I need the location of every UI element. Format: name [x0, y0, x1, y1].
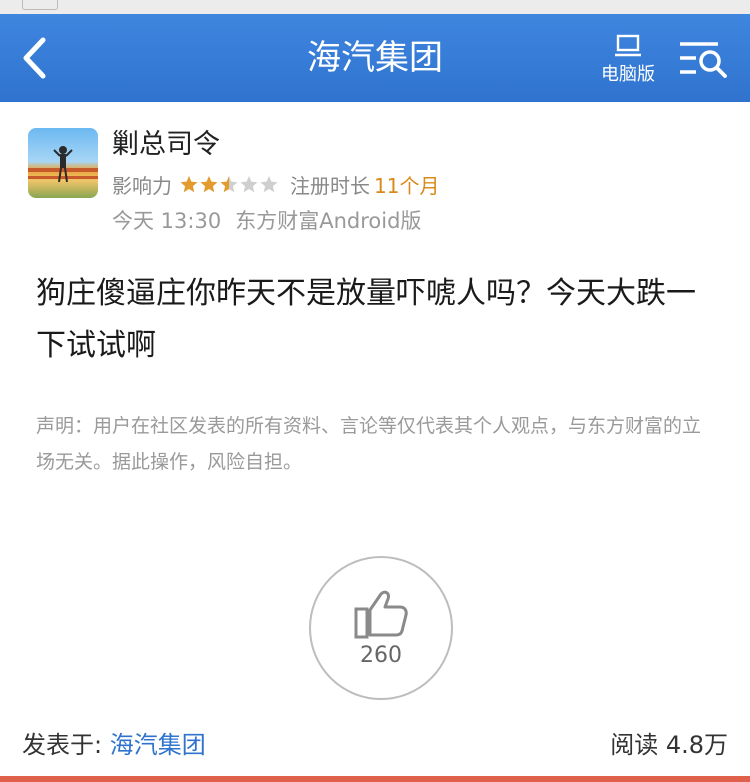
registered-label: 注册时长 — [290, 173, 370, 198]
star-icon — [220, 176, 238, 193]
page-title: 海汽集团 — [307, 38, 443, 78]
desktop-version-button[interactable]: 电脑版 — [592, 34, 664, 90]
bottom-edge — [0, 776, 750, 782]
post-body: 狗庄傻逼庄你昨天不是放量吓唬人吗？今天大跌一下试试啊 — [36, 276, 696, 363]
status-indicator — [22, 0, 58, 10]
navbar: 海汽集团 电脑版 — [0, 14, 750, 102]
registered-value: 11个月 — [374, 173, 440, 198]
avatar[interactable] — [28, 128, 98, 198]
like-count: 260 — [360, 642, 402, 668]
posted-in-label: 发表于: — [22, 731, 103, 759]
read-count: 阅读 4.8万 — [610, 731, 728, 759]
back-button[interactable] — [14, 34, 54, 82]
post-time: 今天 13:30 — [112, 209, 222, 233]
menu-search-button[interactable] — [678, 36, 730, 80]
status-strip — [0, 0, 750, 14]
influence-label: 影响力 — [112, 173, 172, 198]
posted-in: 发表于: 海汽集团 — [22, 728, 206, 762]
author-meta: 影响力 注册时长 11个月 — [112, 170, 439, 198]
star-icon — [260, 176, 278, 193]
star-icon — [200, 176, 218, 193]
desktop-version-label: 电脑版 — [601, 64, 655, 85]
menu-search-icon — [680, 42, 727, 78]
avatar-figure-icon — [28, 146, 98, 183]
influence-stars — [180, 175, 280, 193]
post-time-row: 今天 13:30 东方财富Android版 — [112, 206, 421, 236]
disclaimer: 声明：用户在社区发表的所有资料、言论等仅代表其个人观点，与东方财富的立场无关。据… — [36, 415, 702, 473]
author-name[interactable]: 剿总司令 — [112, 128, 220, 162]
like-button[interactable]: 260 — [309, 556, 453, 700]
star-icon — [240, 176, 258, 193]
thumbs-up-icon — [354, 590, 408, 638]
post-source: 东方财富Android版 — [235, 209, 422, 233]
monitor-icon — [615, 34, 641, 57]
star-icon — [180, 176, 198, 193]
forum-link[interactable]: 海汽集团 — [110, 731, 206, 759]
chevron-left-icon — [23, 37, 46, 79]
